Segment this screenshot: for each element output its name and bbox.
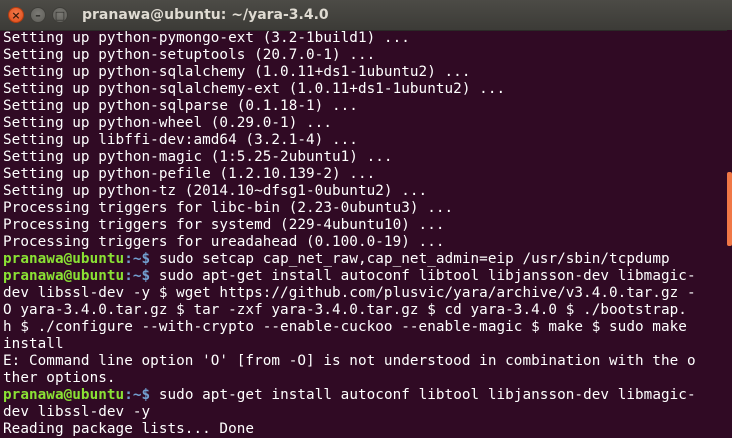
terminal-line: install — [3, 336, 724, 353]
close-window-button[interactable]: × — [8, 7, 24, 23]
command-text: sudo apt-get install autoconf libtool li… — [158, 387, 696, 403]
output-text: Processing triggers for systemd (229-4ub… — [3, 217, 445, 233]
window-title: pranawa@ubuntu: ~/yara-3.4.0 — [82, 7, 329, 23]
scrollbar-thumb[interactable] — [727, 172, 732, 246]
output-text: dev libssl-dev -y $ wget https://github.… — [3, 285, 696, 301]
output-text: h $ ./configure --with-crypto --enable-c… — [3, 319, 687, 335]
terminal-line: Setting up python-sqlalchemy-ext (1.0.11… — [3, 81, 724, 98]
prompt-user-host: pranawa@ubuntu — [3, 387, 125, 403]
terminal-line: dev libssl-dev -y — [3, 404, 724, 421]
terminal-line: dev libssl-dev -y $ wget https://github.… — [3, 285, 724, 302]
terminal-line: Setting up python-sqlalchemy (1.0.11+ds1… — [3, 64, 724, 81]
terminal-line: Processing triggers for libc-bin (2.23-0… — [3, 200, 724, 217]
terminal-line: Setting up libffi-dev:amd64 (3.2.1-4) ..… — [3, 132, 724, 149]
output-text: Setting up python-tz (2014.10~dfsg1-0ubu… — [3, 183, 428, 199]
output-text: Setting up python-sqlparse (0.1.18-1) ..… — [3, 98, 358, 114]
output-text: Setting up python-pymongo-ext (3.2-1buil… — [3, 30, 410, 46]
terminal-window: × – □ pranawa@ubuntu: ~/yara-3.4.0 Setti… — [0, 0, 732, 438]
terminal-line: h $ ./configure --with-crypto --enable-c… — [3, 319, 724, 336]
prompt-path: :~$ — [124, 387, 159, 403]
output-text: Processing triggers for libc-bin (2.23-0… — [3, 200, 454, 216]
output-text: Processing triggers for ureadahead (0.10… — [3, 234, 445, 250]
terminal-line: Setting up python-pefile (1.2.10.139-2) … — [3, 166, 724, 183]
terminal-line: Setting up python-tz (2014.10~dfsg1-0ubu… — [3, 183, 724, 200]
terminal-line: pranawa@ubuntu:~$ sudo apt-get install a… — [3, 387, 724, 404]
terminal-line: Processing triggers for ureadahead (0.10… — [3, 234, 724, 251]
output-text: dev libssl-dev -y — [3, 404, 151, 420]
terminal-line: Processing triggers for systemd (229-4ub… — [3, 217, 724, 234]
prompt-user-host: pranawa@ubuntu — [3, 251, 125, 267]
output-text: Setting up python-pefile (1.2.10.139-2) … — [3, 166, 376, 182]
terminal-line: Setting up python-wheel (0.29.0-1) ... — [3, 115, 724, 132]
output-text: Setting up python-setuptools (20.7.0-1) … — [3, 47, 376, 63]
output-text: install — [3, 336, 64, 352]
terminal-output[interactable]: Setting up python-pymongo-ext (3.2-1buil… — [0, 30, 724, 438]
prompt-path: :~$ — [124, 251, 159, 267]
output-text: O yara-3.4.0.tar.gz $ tar -zxf yara-3.4.… — [3, 302, 687, 318]
terminal-line: Reading package lists... Done — [3, 421, 724, 438]
terminal-line: pranawa@ubuntu:~$ sudo setcap cap_net_ra… — [3, 251, 724, 268]
output-text: Setting up python-sqlalchemy (1.0.11+ds1… — [3, 64, 471, 80]
title-bar[interactable]: × – □ pranawa@ubuntu: ~/yara-3.4.0 — [0, 0, 732, 31]
command-text: sudo apt-get install autoconf libtool li… — [158, 268, 696, 284]
terminal-line: Setting up python-setuptools (20.7.0-1) … — [3, 47, 724, 64]
terminal-line: Setting up python-sqlparse (0.1.18-1) ..… — [3, 98, 724, 115]
output-text: Setting up libffi-dev:amd64 (3.2.1-4) ..… — [3, 132, 358, 148]
maximize-window-button[interactable]: □ — [52, 7, 68, 23]
terminal-line: Setting up python-magic (1:5.25-2ubuntu1… — [3, 149, 724, 166]
terminal-line: O yara-3.4.0.tar.gz $ tar -zxf yara-3.4.… — [3, 302, 724, 319]
output-text: E: Command line option 'O' [from -O] is … — [3, 353, 696, 369]
prompt-path: :~$ — [124, 268, 159, 284]
output-text: Setting up python-magic (1:5.25-2ubuntu1… — [3, 149, 393, 165]
output-text: Setting up python-wheel (0.29.0-1) ... — [3, 115, 332, 131]
terminal-line: pranawa@ubuntu:~$ sudo apt-get install a… — [3, 268, 724, 285]
minimize-window-button[interactable]: – — [30, 7, 46, 23]
output-text: ther options. — [3, 370, 116, 386]
command-text: sudo setcap cap_net_raw,cap_net_admin=ei… — [158, 251, 670, 267]
terminal-line: ther options. — [3, 370, 724, 387]
prompt-user-host: pranawa@ubuntu — [3, 268, 125, 284]
terminal-line: Setting up python-pymongo-ext (3.2-1buil… — [3, 30, 724, 47]
output-text: Setting up python-sqlalchemy-ext (1.0.11… — [3, 81, 506, 97]
output-text: Reading package lists... Done — [3, 421, 255, 437]
terminal-line: E: Command line option 'O' [from -O] is … — [3, 353, 724, 370]
scrollbar[interactable] — [727, 30, 732, 438]
